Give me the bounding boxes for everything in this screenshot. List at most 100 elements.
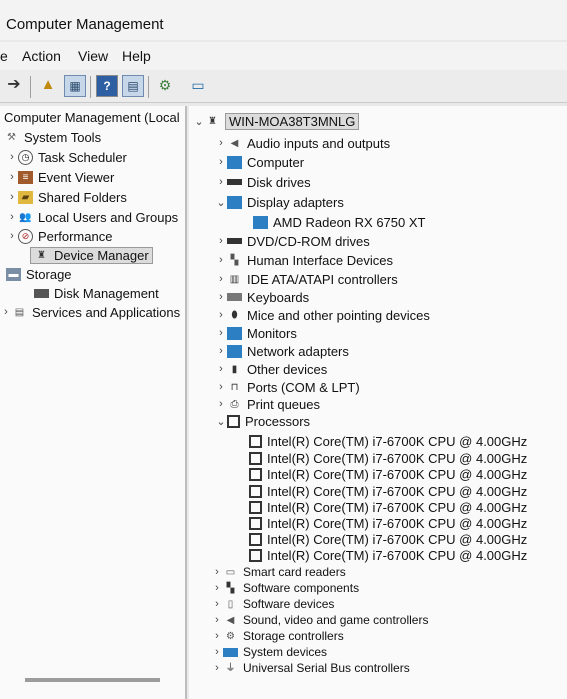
tree-item-device-manager[interactable]: ♜ Device Manager — [30, 246, 153, 264]
tree-item-usb[interactable]: › ⏚ Universal Serial Bus controllers — [211, 659, 410, 677]
menu-file-fragment[interactable]: e — [0, 48, 8, 64]
chevron-right-icon[interactable]: › — [211, 630, 223, 642]
chevron-right-icon[interactable]: › — [0, 306, 12, 318]
tree-item-network[interactable]: › Network adapters — [215, 342, 349, 360]
toolbar-separator — [30, 76, 31, 98]
tree-item-hid[interactable]: › ▚ Human Interface Devices — [215, 251, 393, 269]
chevron-right-icon[interactable]: › — [215, 273, 227, 285]
chevron-down-icon[interactable]: ⌄ — [215, 196, 227, 209]
tree-item-cpu[interactable]: Intel(R) Core(TM) i7-6700K CPU @ 4.00GHz — [249, 432, 527, 450]
tree-item-computer-root[interactable]: ⌄ ♜ WIN-MOA38T3MNLG — [193, 112, 360, 130]
software-component-icon: ▚ — [226, 582, 235, 594]
chevron-right-icon[interactable]: › — [215, 291, 227, 303]
chevron-right-icon[interactable]: › — [6, 191, 18, 203]
chevron-down-icon[interactable]: ⌄ — [215, 415, 227, 428]
tree-item-services[interactable]: › ▤ Services and Applications — [0, 303, 180, 321]
tree-item-disk-drives[interactable]: › Disk drives — [215, 173, 310, 191]
tree-item-computer-management[interactable]: Computer Management (Local — [4, 108, 180, 126]
menu-help[interactable]: Help — [122, 48, 151, 64]
tree-item-task-scheduler[interactable]: › ◷ Task Scheduler — [6, 148, 127, 166]
tree-item-monitors[interactable]: › Monitors — [215, 324, 297, 342]
tree-item-local-users[interactable]: › 👥 Local Users and Groups — [6, 208, 178, 226]
users-icon: 👥 — [19, 211, 32, 223]
chevron-right-icon[interactable]: › — [211, 566, 223, 578]
smart-card-icon: ▭ — [225, 566, 236, 578]
chevron-right-icon[interactable]: › — [215, 176, 227, 188]
tree-item-performance[interactable]: › ⊘ Performance — [6, 227, 112, 245]
tree-item-label: Local Users and Groups — [38, 209, 179, 225]
menu-view[interactable]: View — [78, 48, 108, 64]
tree-item-event-viewer[interactable]: › ≡ Event Viewer — [6, 168, 114, 186]
chevron-right-icon[interactable]: › — [6, 151, 18, 163]
disk-icon — [34, 288, 49, 298]
tree-item-audio[interactable]: › ◀ Audio inputs and outputs — [215, 134, 390, 152]
chevron-right-icon[interactable]: › — [6, 171, 18, 183]
console-tree-icon[interactable]: ▦ — [64, 75, 86, 97]
unknown-device-icon: ▮ — [231, 363, 238, 375]
menu-action[interactable]: Action — [22, 48, 61, 64]
printer-icon: ⎙ — [230, 398, 239, 410]
tree-item-ide[interactable]: › ▥ IDE ATA/ATAPI controllers — [215, 270, 398, 288]
chevron-right-icon[interactable]: › — [215, 137, 227, 149]
tree-item-label: System Tools — [24, 129, 102, 145]
chevron-right-icon[interactable]: › — [215, 254, 227, 266]
chevron-right-icon[interactable]: › — [215, 381, 227, 393]
chevron-right-icon[interactable]: › — [215, 345, 227, 357]
tree-item-disk-management[interactable]: Disk Management — [34, 284, 159, 302]
horizontal-scrollbar[interactable] — [25, 678, 160, 682]
chevron-right-icon[interactable]: › — [215, 156, 227, 168]
storage-icon: ▬ — [6, 267, 21, 281]
chevron-right-icon[interactable]: › — [215, 309, 227, 321]
tree-item-label: Device Manager — [54, 247, 149, 263]
properties-icon[interactable]: ▤ — [122, 75, 144, 97]
tree-item-system-tools[interactable]: ⚒ System Tools — [4, 128, 101, 146]
tree-item-label: Intel(R) Core(TM) i7-6700K CPU @ 4.00GHz — [267, 450, 528, 466]
monitor-icon[interactable]: ▭ — [188, 75, 208, 95]
processor-icon — [249, 516, 262, 530]
chevron-right-icon[interactable]: › — [215, 398, 227, 410]
chevron-right-icon[interactable]: › — [6, 230, 18, 242]
sound-icon: ◀ — [226, 614, 235, 626]
scan-hardware-icon[interactable]: ⚙ — [155, 75, 175, 95]
tree-item-keyboards[interactable]: › Keyboards — [215, 288, 309, 306]
performance-icon: ⊘ — [18, 228, 33, 244]
chevron-right-icon[interactable]: › — [6, 211, 18, 223]
chevron-right-icon[interactable]: › — [215, 327, 227, 339]
tree-item-label: Monitors — [247, 325, 297, 341]
folder-up-icon[interactable]: ▲ — [38, 75, 58, 95]
tree-item-ports[interactable]: › ⊓ Ports (COM & LPT) — [215, 378, 360, 396]
tree-item-shared-folders[interactable]: › ▰ Shared Folders — [6, 188, 127, 206]
chevron-down-icon[interactable]: ⌄ — [193, 115, 205, 128]
hid-icon: ▚ — [230, 254, 239, 266]
tree-item-computer[interactable]: › Computer — [215, 153, 304, 171]
tree-item-label: Computer Management (Local — [4, 109, 180, 125]
tree-item-label: Shared Folders — [38, 189, 127, 205]
chevron-right-icon[interactable]: › — [211, 646, 223, 658]
tree-item-print-queues[interactable]: › ⎙ Print queues — [215, 395, 320, 413]
processor-icon — [249, 500, 262, 514]
tree-item-storage[interactable]: ▬ Storage — [6, 265, 72, 283]
tree-item-other[interactable]: › ▮ Other devices — [215, 360, 327, 378]
tree-item-gpu[interactable]: AMD Radeon RX 6750 XT — [253, 213, 425, 231]
disk-drive-icon — [227, 179, 242, 185]
tree-item-label: Audio inputs and outputs — [247, 135, 391, 151]
tree-item-mice[interactable]: › ⬮ Mice and other pointing devices — [215, 306, 430, 324]
help-icon[interactable]: ? — [96, 75, 118, 97]
chevron-right-icon[interactable]: › — [215, 363, 227, 375]
computer-root-icon: ♜ — [208, 115, 217, 127]
tree-item-processors[interactable]: ⌄ Processors — [215, 412, 310, 430]
chevron-right-icon[interactable]: › — [211, 614, 223, 626]
tree-item-display-adapters[interactable]: ⌄ Display adapters — [215, 193, 343, 211]
tree-item-cpu[interactable]: Intel(R) Core(TM) i7-6700K CPU @ 4.00GHz — [249, 546, 527, 564]
chevron-right-icon[interactable]: › — [215, 235, 227, 247]
monitor-icon — [227, 326, 242, 340]
tree-item-dvd[interactable]: › DVD/CD-ROM drives — [215, 232, 370, 250]
chevron-right-icon[interactable]: › — [211, 582, 223, 594]
chevron-right-icon[interactable]: › — [211, 598, 223, 610]
tree-item-cpu[interactable]: Intel(R) Core(TM) i7-6700K CPU @ 4.00GHz — [249, 465, 527, 483]
device-tree-pane: ⌄ ♜ WIN-MOA38T3MNLG › ◀ Audio inputs and… — [189, 106, 567, 699]
tree-item-label: Storage — [26, 266, 72, 282]
chevron-right-icon[interactable]: › — [211, 662, 223, 674]
forward-arrow-icon[interactable]: ➔ — [4, 75, 24, 95]
title-bar: Computer Management — [0, 0, 567, 40]
